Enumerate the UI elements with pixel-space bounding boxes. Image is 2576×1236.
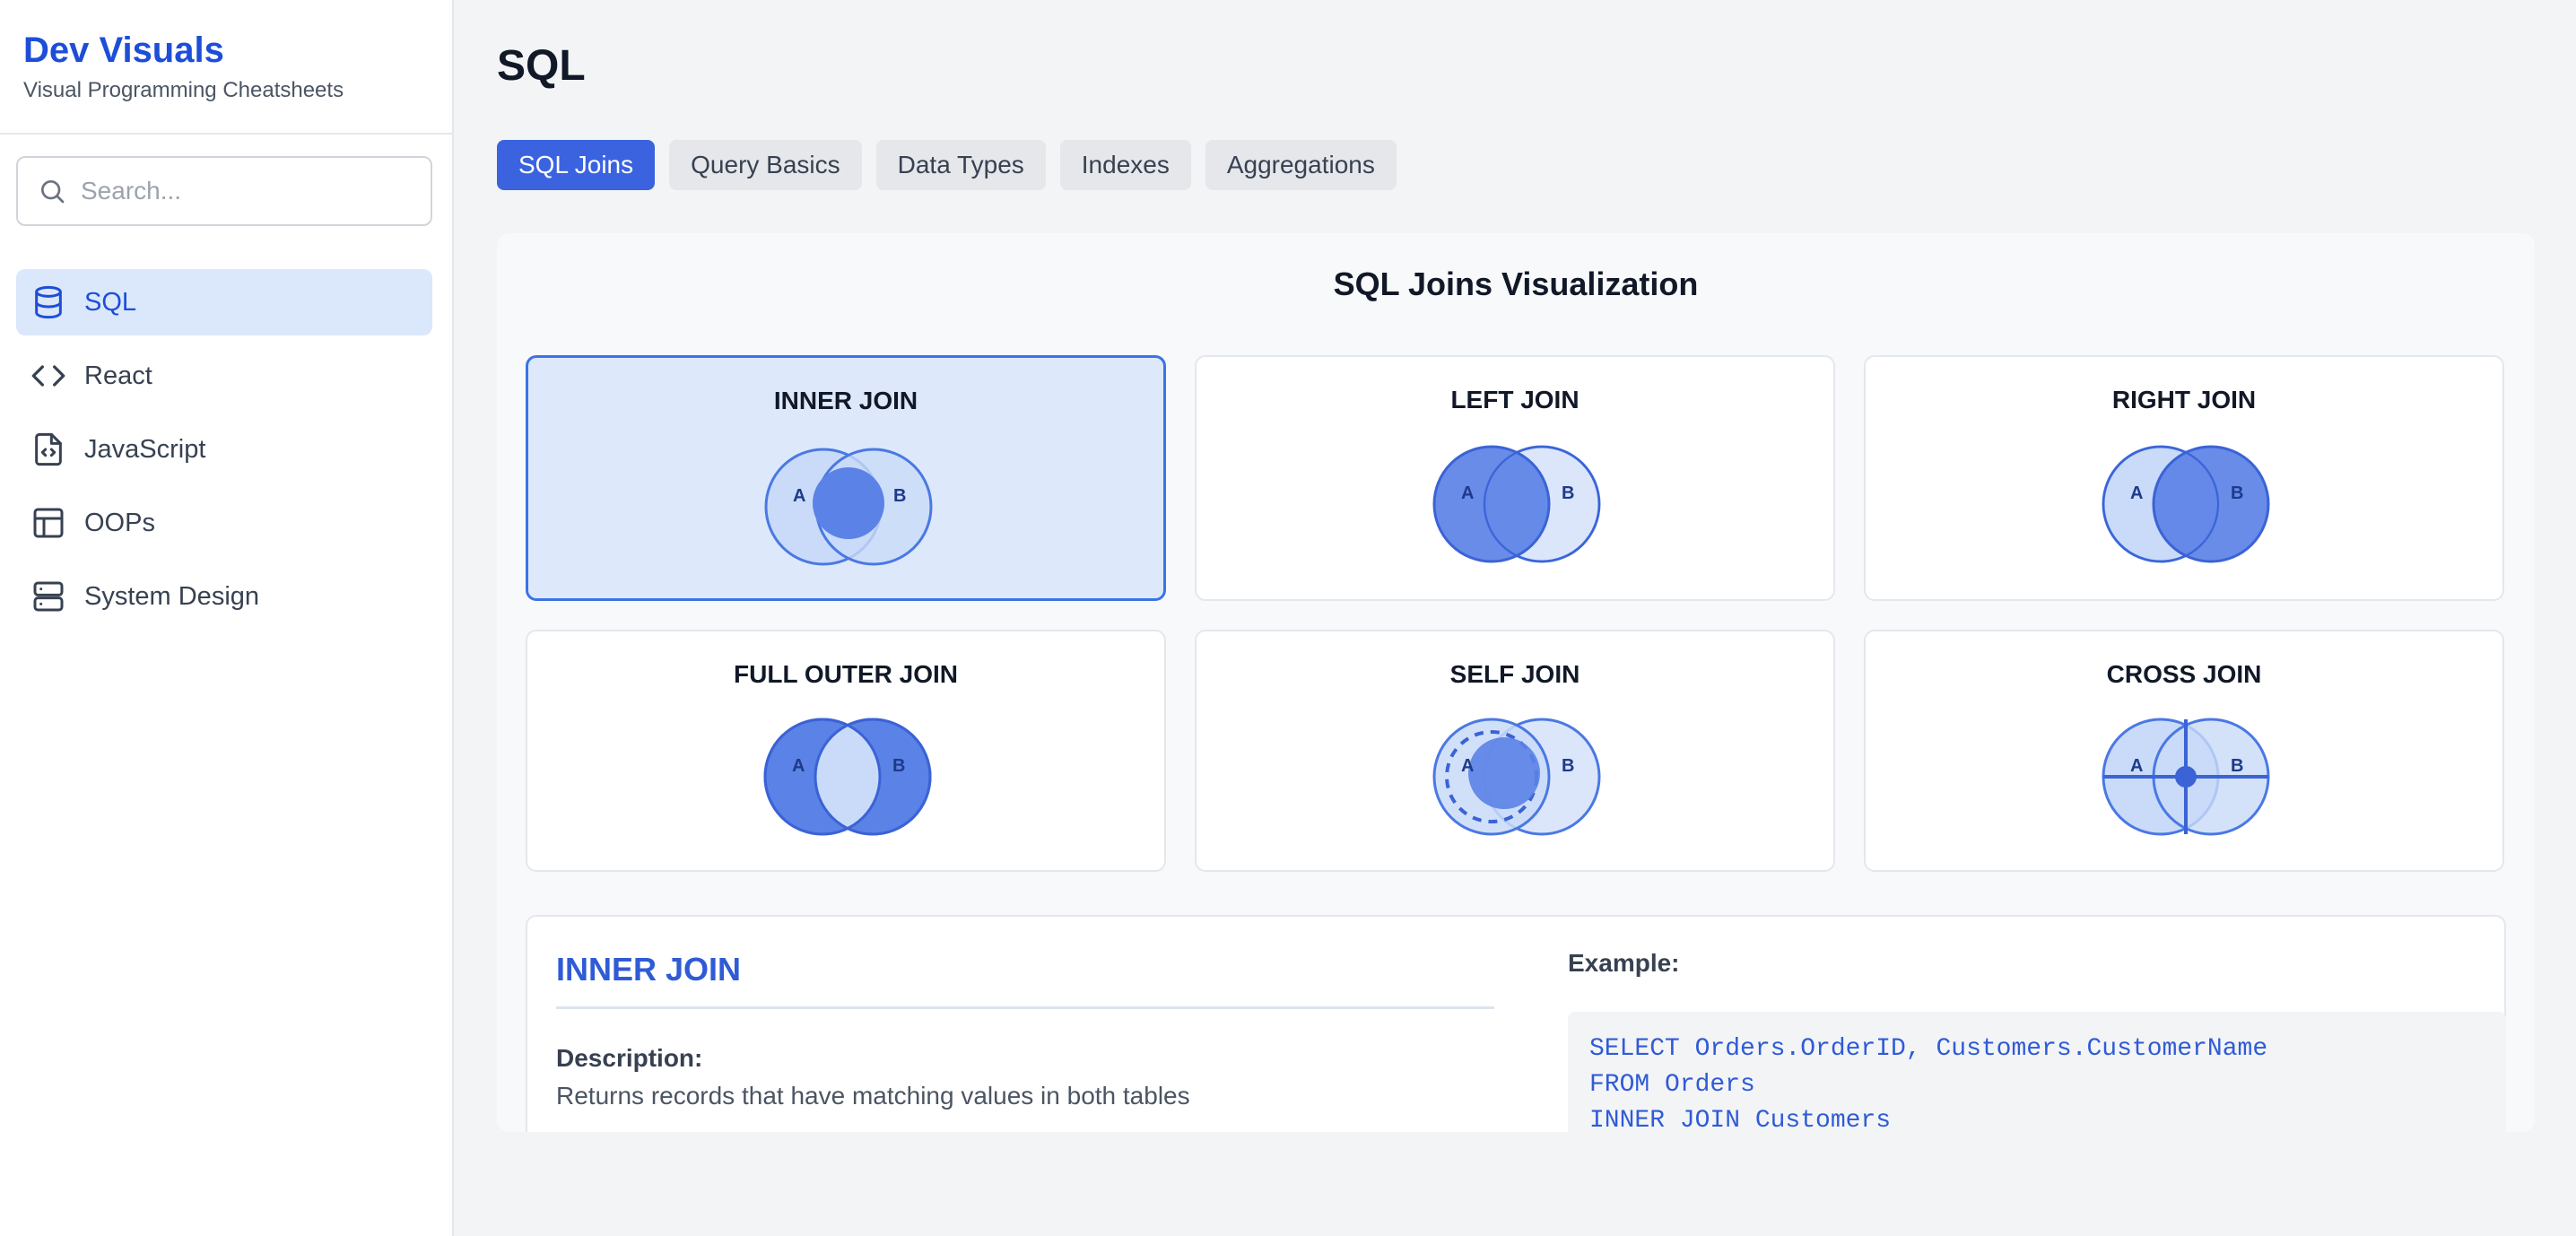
svg-text:B: B (892, 756, 905, 776)
main-content: SQL SQL Joins Query Basics Data Types In… (454, 0, 2576, 1236)
tab-aggregations[interactable]: Aggregations (1205, 140, 1397, 190)
sidebar-item-label: OOPs (84, 508, 155, 537)
svg-text:A: A (792, 756, 805, 776)
tab-bar: SQL Joins Query Basics Data Types Indexe… (497, 140, 1397, 190)
sidebar-item-label: System Design (84, 581, 260, 611)
right-join-venn-icon: A B (2102, 445, 2270, 563)
sidebar-item-label: JavaScript (84, 434, 206, 464)
join-card-title: INNER JOIN (773, 387, 918, 414)
sidebar-item-label: SQL (84, 287, 137, 317)
panel-title: SQL Joins Visualization (1333, 265, 1699, 302)
file-code-icon (35, 432, 62, 466)
join-card-right[interactable]: RIGHT JOIN A B (1864, 355, 2504, 601)
sidebar: Dev Visuals Visual Programming Cheatshee… (0, 0, 454, 1236)
description-text: Returns records that have matching value… (556, 1082, 1190, 1110)
cross-join-venn-icon: A B (2102, 718, 2270, 836)
search-box[interactable] (16, 156, 432, 226)
tab-sql-joins[interactable]: SQL Joins (497, 140, 656, 190)
layout-icon (33, 508, 64, 538)
code-line: FROM Orders (1589, 1071, 1755, 1099)
sidebar-item-oops[interactable]: OOPs (16, 490, 432, 556)
sidebar-item-react[interactable]: React (16, 343, 432, 409)
description-label: Description: (556, 1044, 703, 1072)
left-join-venn-icon: A B (1432, 445, 1601, 563)
sidebar-item-sql[interactable]: SQL (16, 269, 432, 335)
sidebar-nav: SQL React JavaScript OOPs System Design (16, 269, 432, 637)
join-card-inner[interactable]: INNER JOIN A B (526, 355, 1166, 601)
detail-title: INNER JOIN (556, 951, 742, 988)
full-outer-join-venn-icon: A B (763, 718, 932, 836)
svg-text:B: B (1562, 483, 1574, 503)
brand-title[interactable]: Dev Visuals (23, 29, 429, 72)
join-card-full-outer[interactable]: FULL OUTER JOIN A B (526, 630, 1166, 872)
svg-text:B: B (2231, 483, 2243, 503)
svg-text:A: A (2130, 483, 2143, 503)
join-card-title: RIGHT JOIN (2111, 386, 2257, 413)
divider (556, 1006, 1494, 1009)
example-label: Example: (1568, 949, 1680, 977)
brand-subtitle: Visual Programming Cheatsheets (23, 78, 344, 102)
join-card-title: LEFT JOIN (1450, 386, 1580, 413)
join-card-title: SELF JOIN (1449, 660, 1580, 688)
join-card-cross[interactable]: CROSS JOIN A B (1864, 630, 2504, 872)
join-card-self[interactable]: SELF JOIN A B (1195, 630, 1835, 872)
database-icon (35, 285, 62, 319)
svg-text:A: A (1461, 756, 1474, 776)
svg-text:B: B (1562, 756, 1574, 776)
join-detail: INNER JOIN Description: Returns records … (526, 915, 2506, 1132)
sidebar-item-javascript[interactable]: JavaScript (16, 416, 432, 483)
svg-text:A: A (1461, 483, 1474, 503)
svg-text:B: B (2231, 756, 2243, 776)
svg-text:A: A (793, 486, 805, 506)
join-card-title: FULL OUTER JOIN (734, 660, 958, 688)
code-icon (31, 365, 65, 387)
sidebar-item-system-design[interactable]: System Design (16, 563, 432, 630)
search-icon (41, 180, 65, 204)
code-line: INNER JOIN Customers (1589, 1107, 1892, 1132)
brand: Dev Visuals Visual Programming Cheatshee… (0, 0, 452, 135)
inner-join-venn-icon: A B (764, 448, 933, 566)
code-example: SELECT Orders.OrderID, Customers.Custome… (1568, 1012, 2506, 1132)
page-title: SQL (497, 42, 586, 90)
svg-text:B: B (893, 486, 906, 506)
tab-query-basics[interactable]: Query Basics (669, 140, 862, 190)
svg-text:A: A (2130, 756, 2143, 776)
sidebar-item-label: React (84, 361, 152, 390)
code-line: SELECT Orders.OrderID, Customers.Custome… (1589, 1035, 2268, 1063)
tab-indexes[interactable]: Indexes (1059, 140, 1191, 190)
join-card-left[interactable]: LEFT JOIN A B (1195, 355, 1835, 601)
server-icon (33, 581, 64, 612)
tab-data-types[interactable]: Data Types (875, 140, 1046, 190)
self-join-venn-icon: A B (1432, 718, 1601, 836)
joins-panel: SQL Joins Visualization INNER JOIN A B L… (497, 233, 2535, 1132)
join-card-title: CROSS JOIN (2106, 660, 2262, 688)
search-input[interactable] (81, 177, 422, 205)
